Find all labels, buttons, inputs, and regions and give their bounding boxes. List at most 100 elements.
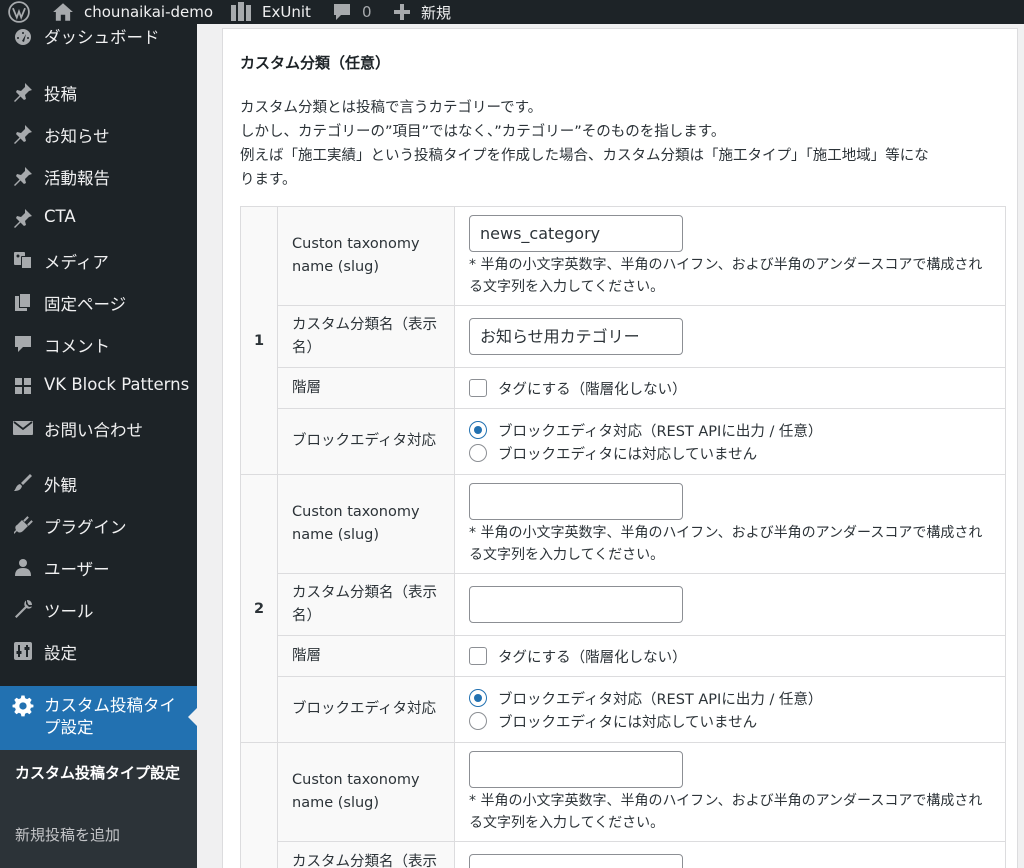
exunit-link[interactable]: ExUnit — [230, 0, 311, 24]
pin-icon — [12, 165, 34, 187]
rest-on-option[interactable]: ブロックエディタ対応（REST APIに出力 / 任意） — [469, 687, 991, 710]
wordpress-logo-icon[interactable] — [8, 0, 30, 24]
slug-note: * 半角の小文字英数字、半角のハイフン、および半角のアンダースコアで構成される文… — [469, 256, 983, 295]
site-name-link[interactable]: chounaikai-demo — [52, 0, 213, 24]
menu-item-news[interactable]: お知らせ — [0, 122, 197, 146]
menu-label: プラグイン — [44, 518, 127, 537]
menu-item-settings[interactable]: 設定 — [0, 639, 197, 663]
menu-item-users[interactable]: ユーザー — [0, 555, 197, 579]
rest-off-radio[interactable] — [469, 712, 487, 730]
table-row: カスタム分類名（表示名） — [241, 573, 1006, 636]
section-title: カスタム分類（任意） — [240, 54, 391, 72]
submenu-item-cpt-settings[interactable]: カスタム投稿タイプ設定 — [15, 762, 190, 784]
slug-label: Custon taxonomy name (slug) — [277, 742, 455, 842]
menu-label: カスタム投稿タイプ設定 — [44, 696, 176, 737]
rest-on-radio[interactable] — [469, 689, 487, 707]
main-content: カスタム分類（任意） カスタム分類とは投稿で言うカテゴリーです。 しかし、カテゴ… — [197, 24, 1024, 868]
display-name-input[interactable] — [469, 586, 683, 623]
menu-item-vk-block-patterns[interactable]: VK Block Patterns — [0, 374, 197, 398]
comment-icon — [12, 333, 34, 355]
table-row: ブロックエディタ対応 ブロックエディタ対応（REST APIに出力 / 任意） … — [241, 408, 1006, 475]
custom-taxonomy-panel: カスタム分類（任意） カスタム分類とは投稿で言うカテゴリーです。 しかし、カテゴ… — [222, 28, 1018, 868]
settings-icon — [12, 640, 34, 662]
rest-off-radio[interactable] — [469, 444, 487, 462]
display-name-input[interactable] — [469, 854, 683, 868]
tag-checkbox-label: タグにする（階層化しない） — [498, 649, 687, 666]
tag-checkbox[interactable] — [469, 647, 487, 665]
block-editor-label: ブロックエディタ対応 — [277, 676, 455, 743]
slug-input[interactable] — [469, 750, 683, 788]
pin-icon — [12, 81, 34, 103]
menu-label: お問い合わせ — [44, 421, 143, 440]
hierarchy-label: 階層 — [277, 635, 455, 677]
exunit-label: ExUnit — [262, 3, 311, 21]
table-row: カスタム分類名（表示名） — [241, 841, 1006, 868]
menu-item-activity-report[interactable]: 活動報告 — [0, 164, 197, 188]
menu-label: 設定 — [44, 644, 77, 663]
menu-item-dashboard[interactable]: ダッシュボード — [0, 24, 197, 50]
comments-count: 0 — [362, 3, 372, 21]
hierarchy-label: 階層 — [277, 367, 455, 409]
menu-item-plugins[interactable]: プラグイン — [0, 513, 197, 537]
plus-icon — [393, 3, 411, 21]
slug-cell: news_category * 半角の小文字英数字、半角のハイフン、および半角の… — [454, 206, 1006, 306]
rest-off-option[interactable]: ブロックエディタには対応していません — [469, 710, 991, 733]
table-row: 階層 タグにする（階層化しない） — [241, 635, 1006, 677]
new-content-link[interactable]: 新規 — [393, 0, 451, 24]
menu-label: ツール — [44, 602, 94, 621]
menu-item-pages[interactable]: 固定ページ — [0, 290, 197, 314]
rest-on-label: ブロックエディタ対応（REST APIに出力 / 任意） — [498, 691, 823, 708]
rest-on-option[interactable]: ブロックエディタ対応（REST APIに出力 / 任意） — [469, 419, 991, 442]
submenu-item-add-new[interactable]: 新規投稿を追加 — [15, 824, 120, 846]
description-line: ります。 — [240, 172, 297, 188]
menu-item-posts[interactable]: 投稿 — [0, 80, 197, 104]
table-row: 1 Custon taxonomy name (slug) news_categ… — [240, 206, 1006, 475]
menu-item-cta[interactable]: CTA — [0, 206, 197, 230]
display-name-label: カスタム分類名（表示名） — [277, 573, 455, 636]
menu-item-custom-post-type-settings[interactable]: カスタム投稿タイプ設定 — [0, 686, 197, 750]
page-icon — [12, 291, 34, 313]
menu-label: お知らせ — [44, 127, 110, 146]
brush-icon — [12, 472, 34, 494]
display-name-input[interactable]: お知らせ用カテゴリー — [469, 318, 683, 355]
tag-checkbox-option[interactable]: タグにする（階層化しない） — [469, 377, 991, 400]
rest-off-option[interactable]: ブロックエディタには対応していません — [469, 442, 991, 465]
hierarchy-cell: タグにする（階層化しない） — [454, 635, 1006, 677]
menu-label: ダッシュボード — [44, 28, 160, 47]
row-number: 1 — [240, 206, 278, 475]
slug-note: * 半角の小文字英数字、半角のハイフン、および半角のアンダースコアで構成される文… — [469, 792, 983, 831]
dashboard-icon — [12, 26, 34, 48]
block-editor-cell: ブロックエディタ対応（REST APIに出力 / 任意） ブロックエディタには対… — [454, 676, 1006, 743]
pin-icon — [12, 207, 34, 229]
plug-icon — [12, 514, 34, 536]
media-icon — [12, 249, 34, 271]
slug-label: Custon taxonomy name (slug) — [277, 474, 455, 574]
table-row: Custon taxonomy name (slug) * 半角の小文字英数字、… — [240, 742, 1006, 868]
tag-checkbox-label: タグにする（階層化しない） — [498, 381, 687, 398]
slug-input[interactable]: news_category — [469, 214, 683, 252]
menu-label: コメント — [44, 337, 110, 356]
menu-item-tools[interactable]: ツール — [0, 597, 197, 621]
tag-checkbox-option[interactable]: タグにする（階層化しない） — [469, 645, 991, 668]
menu-item-comments[interactable]: コメント — [0, 332, 197, 356]
admin-bar: chounaikai-demo ExUnit 0 新規 — [0, 0, 1024, 24]
menu-item-media[interactable]: メディア — [0, 248, 197, 272]
tag-checkbox[interactable] — [469, 379, 487, 397]
rest-on-radio[interactable] — [469, 421, 487, 439]
admin-sidebar: ダッシュボード 投稿 お知らせ 活動報告 CTA メディア 固定ページ コメント… — [0, 24, 197, 868]
hierarchy-cell: タグにする（階層化しない） — [454, 367, 1006, 409]
table-row: ブロックエディタ対応 ブロックエディタ対応（REST APIに出力 / 任意） … — [241, 676, 1006, 743]
menu-item-contact[interactable]: お問い合わせ — [0, 416, 197, 440]
slug-input[interactable] — [469, 482, 683, 520]
comments-link[interactable]: 0 — [332, 0, 372, 24]
rest-off-label: ブロックエディタには対応していません — [498, 446, 758, 463]
rest-on-label: ブロックエディタ対応（REST APIに出力 / 任意） — [498, 423, 823, 440]
menu-label: 固定ページ — [44, 295, 127, 314]
menu-label: CTA — [44, 207, 76, 226]
new-label: 新規 — [421, 3, 452, 22]
menu-label: 投稿 — [44, 85, 77, 104]
menu-item-appearance[interactable]: 外観 — [0, 471, 197, 495]
mail-icon — [12, 417, 34, 439]
table-row: 2 Custon taxonomy name (slug) * 半角の小文字英数… — [240, 474, 1006, 743]
gear-icon — [12, 695, 34, 717]
